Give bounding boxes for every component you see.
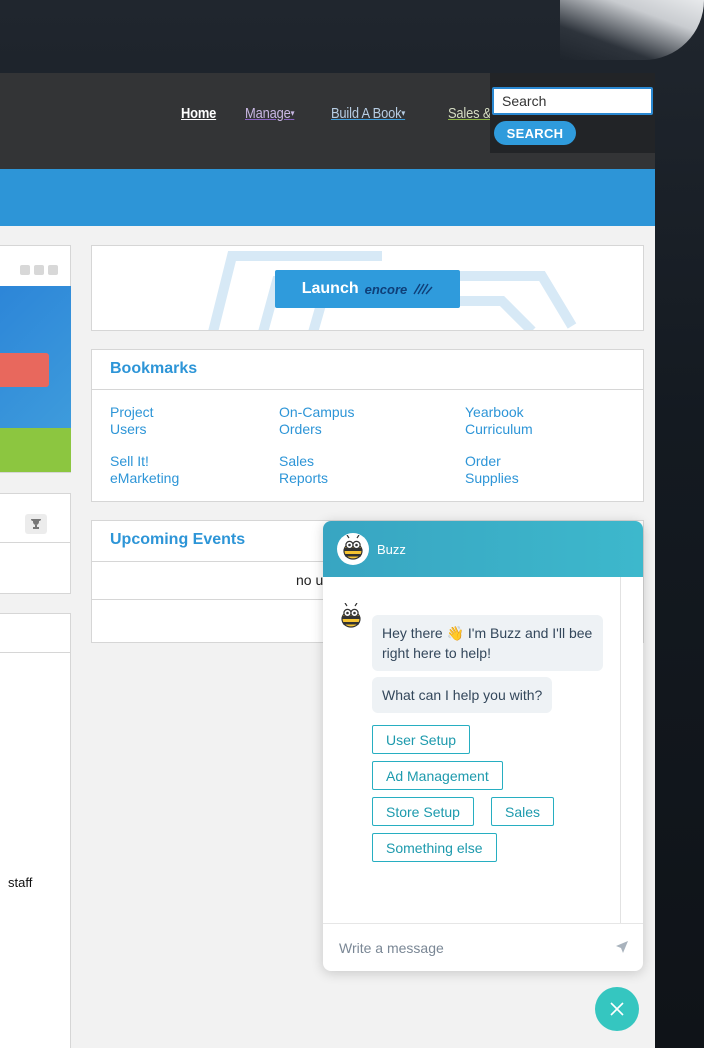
- chat-input-row: [323, 923, 643, 971]
- top-nav: Home Manage▾ Build A Book▾ Sales & SEARC…: [0, 73, 655, 169]
- bookmark-yearbook-curriculum[interactable]: Yearbook Curriculum: [465, 404, 555, 438]
- bee-avatar-icon: [335, 601, 367, 633]
- chat-bot-name: Buzz: [377, 542, 406, 557]
- option-ad-management[interactable]: Ad Management: [372, 761, 503, 790]
- chat-greeting-bubble: Hey there 👋 I'm Buzz and I'll bee right …: [372, 615, 603, 671]
- search-input[interactable]: [492, 87, 653, 115]
- chat-widget: Buzz Hey there 👋 I'm Buzz and I'll bee r…: [323, 521, 643, 971]
- page-banner: [0, 169, 655, 226]
- left-awards-panel: [0, 493, 71, 594]
- nav-build-a-book[interactable]: Build A Book▾: [331, 105, 405, 122]
- nav-build-label: Build A Book: [331, 105, 402, 122]
- bookmark-sell-it-emarketing[interactable]: Sell It! eMarketing: [110, 453, 198, 487]
- divider: [92, 389, 643, 390]
- nav-manage[interactable]: Manage▾: [245, 105, 295, 122]
- bookmark-order-supplies[interactable]: Order Supplies: [465, 453, 535, 487]
- option-sales[interactable]: Sales: [491, 797, 555, 826]
- launch-label: Launch: [301, 280, 359, 297]
- nav-manage-label: Manage: [245, 105, 291, 122]
- chat-question-bubble: What can I help you with?: [372, 677, 553, 713]
- bookmarks-panel: Bookmarks Project Users On-Campus Orders…: [91, 349, 644, 502]
- bookmark-on-campus-orders[interactable]: On-Campus Orders: [279, 404, 379, 438]
- staff-label: staff: [8, 875, 33, 890]
- bookmark-project-users[interactable]: Project Users: [110, 404, 190, 438]
- chat-header: Buzz: [323, 521, 643, 577]
- chat-scrollbar[interactable]: [620, 577, 621, 923]
- browser-screen: Home Manage▾ Build A Book▾ Sales & SEARC…: [0, 73, 655, 1048]
- search-dropdown: SEARCH: [490, 73, 655, 153]
- option-user-setup[interactable]: User Setup: [372, 725, 471, 754]
- chevron-down-icon: ▾: [290, 108, 295, 118]
- panel-dots: [20, 265, 58, 275]
- left-red-button[interactable]: [0, 353, 49, 387]
- events-title: Upcoming Events: [110, 531, 246, 548]
- trophy-icon[interactable]: [25, 514, 47, 534]
- bookmark-sales-reports[interactable]: Sales Reports: [279, 453, 339, 487]
- close-icon: [610, 1002, 624, 1016]
- events-empty-text: no u: [296, 572, 324, 588]
- encore-logo: encore: [364, 281, 408, 297]
- dot: [20, 265, 30, 275]
- option-store-setup[interactable]: Store Setup: [372, 797, 474, 826]
- launch-panel: Launch encore: [91, 245, 644, 331]
- divider: [0, 542, 71, 543]
- chat-message-input[interactable]: [339, 936, 589, 960]
- chat-close-button[interactable]: [595, 987, 639, 1031]
- launch-encore-button[interactable]: Launch encore: [275, 270, 460, 308]
- left-staff-panel: staff: [0, 613, 71, 1048]
- nav-home[interactable]: Home: [181, 105, 216, 122]
- search-button[interactable]: SEARCH: [494, 121, 576, 145]
- divider: [0, 652, 71, 653]
- encore-book-icon: [413, 283, 433, 295]
- chevron-down-icon: ▾: [401, 108, 406, 118]
- left-dashboard-panel: [0, 245, 71, 473]
- option-something-else[interactable]: Something else: [372, 833, 497, 862]
- dot: [34, 265, 44, 275]
- dot: [48, 265, 58, 275]
- bookmarks-title: Bookmarks: [110, 360, 198, 377]
- send-icon[interactable]: [615, 940, 629, 959]
- nav-sales[interactable]: Sales &: [448, 105, 491, 122]
- left-green-bar: [0, 428, 71, 472]
- bee-avatar-icon: [337, 533, 369, 565]
